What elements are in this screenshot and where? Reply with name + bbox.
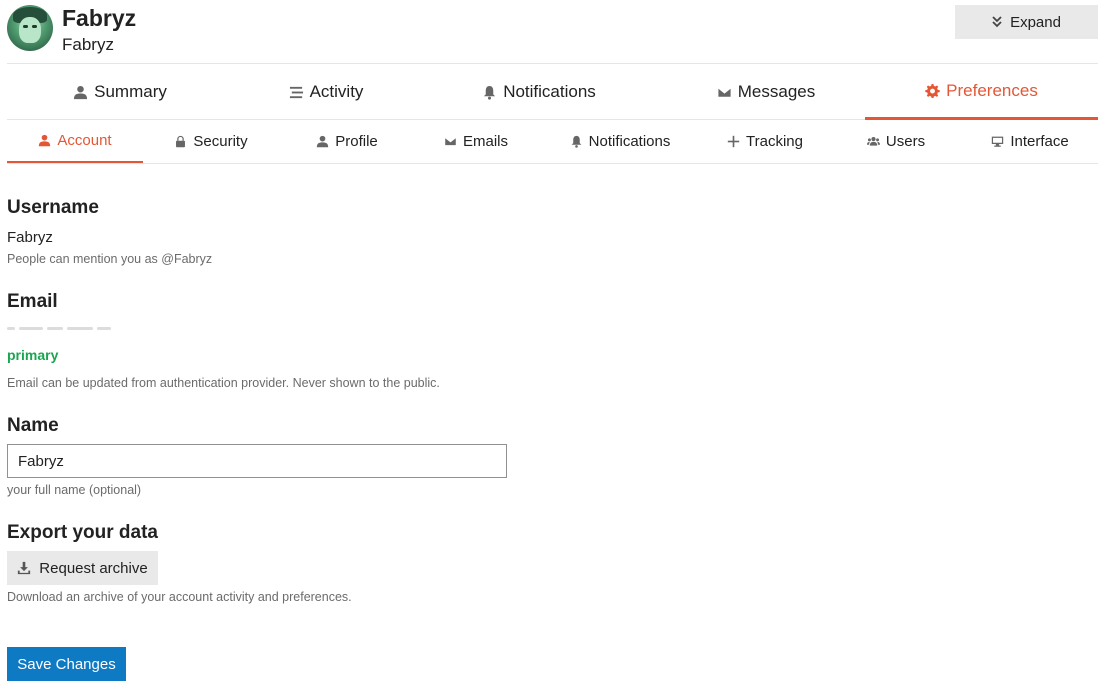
main-nav: Summary Activity Notifications Messages … [7, 63, 1098, 120]
tab-activity[interactable]: Activity [213, 64, 439, 120]
tab-notifications[interactable]: Notifications [426, 64, 652, 120]
subtab-users[interactable]: Users [828, 120, 964, 163]
username-hint: People can mention you as @Fabryz [7, 252, 213, 266]
expand-label: Expand [1010, 13, 1061, 31]
username-title: Username [7, 197, 99, 218]
subtab-interface[interactable]: Interface [962, 120, 1098, 163]
subtab-tracking[interactable]: Tracking [697, 120, 833, 163]
email-primary-tag: primary [7, 347, 59, 363]
request-archive-button[interactable]: Request archive [7, 551, 158, 585]
stream-icon [289, 86, 303, 98]
lock-icon [176, 135, 186, 148]
user-handle: Fabryz [62, 35, 114, 54]
desktop-icon [992, 136, 1004, 147]
subtab-label: Security [193, 133, 248, 150]
subtab-profile[interactable]: Profile [279, 120, 415, 163]
save-changes-button[interactable]: Save Changes [7, 647, 126, 681]
envelope-icon [444, 137, 457, 146]
download-icon [18, 561, 31, 575]
users-icon [866, 137, 880, 146]
username-value: Fabryz [7, 229, 53, 246]
subtab-label: Emails [462, 133, 508, 150]
request-archive-label: Request archive [39, 559, 148, 577]
user-display-name: Fabryz [62, 5, 137, 31]
user-icon [317, 135, 329, 148]
export-title: Export your data [7, 522, 158, 543]
tab-label: Activity [309, 82, 364, 101]
email-value-obscured [7, 321, 117, 333]
tab-preferences[interactable]: Preferences [865, 64, 1098, 120]
cog-icon [925, 83, 940, 98]
name-field[interactable] [7, 444, 507, 478]
subtab-label: Users [885, 133, 926, 150]
email-hint: Email can be updated from authentication… [7, 376, 440, 390]
subtab-security[interactable]: Security [143, 120, 279, 163]
envelope-icon [717, 86, 732, 98]
subtab-label: Interface [1010, 133, 1069, 150]
tab-label: Notifications [503, 82, 596, 101]
bell-icon [484, 85, 496, 100]
user-header: Fabryz Fabryz Expand [0, 0, 1109, 64]
tab-label: Messages [737, 82, 816, 101]
bell-icon [571, 135, 582, 148]
tab-label: Preferences [946, 80, 1038, 100]
subtab-label: Tracking [746, 133, 803, 150]
user-icon [39, 134, 51, 147]
subtab-account[interactable]: Account [7, 120, 143, 163]
email-title: Email [7, 291, 58, 312]
user-icon [74, 85, 88, 99]
subtab-label: Notifications [588, 133, 671, 150]
subtab-label: Profile [335, 133, 378, 150]
name-hint: your full name (optional) [7, 483, 142, 497]
plus-icon [727, 135, 740, 148]
name-title: Name [7, 415, 59, 436]
expand-button[interactable]: Expand [955, 5, 1098, 39]
avatar[interactable] [7, 5, 53, 51]
tab-label: Summary [94, 82, 167, 101]
double-chevron-down-icon [992, 16, 1002, 28]
export-hint: Download an archive of your account acti… [7, 590, 352, 604]
subtab-notifications[interactable]: Notifications [552, 120, 688, 163]
subtab-label: Account [57, 132, 112, 149]
tab-messages[interactable]: Messages [653, 64, 879, 120]
tab-summary[interactable]: Summary [7, 64, 233, 120]
subtab-emails[interactable]: Emails [408, 120, 544, 163]
preferences-sub-nav: Account Security Profile Emails Notifica… [7, 120, 1098, 164]
